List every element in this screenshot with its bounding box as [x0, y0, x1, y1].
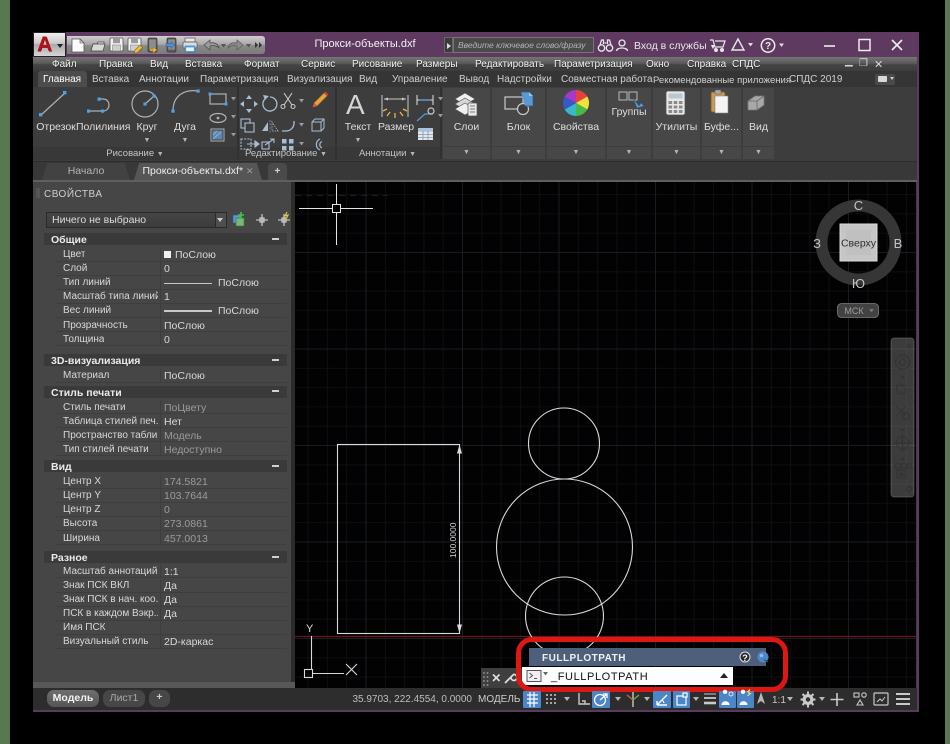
svg-text:A: A — [346, 89, 365, 120]
svg-text:С: С — [854, 198, 863, 213]
svg-text:В: В — [894, 236, 903, 251]
svg-text:1:1: 1:1 — [772, 695, 786, 706]
svg-text:Y: Y — [306, 623, 314, 635]
svg-text:МСК: МСК — [844, 306, 864, 316]
svg-text:100.0000: 100.0000 — [448, 522, 458, 558]
svg-text:З: З — [813, 236, 821, 251]
svg-text:Сверху: Сверху — [841, 238, 877, 250]
svg-text:?: ? — [765, 41, 771, 52]
svg-text:Ю: Ю — [852, 276, 865, 291]
